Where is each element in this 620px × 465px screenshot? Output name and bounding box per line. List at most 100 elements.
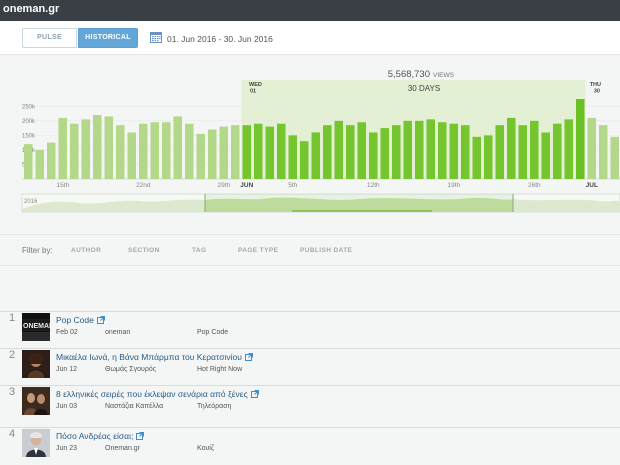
article-title[interactable]: Μικαέλα Ιωνά, η Βάνα Μπάρμπα του Κερατσι… xyxy=(56,352,253,362)
chart-bar[interactable] xyxy=(357,122,367,179)
calendar-icon[interactable] xyxy=(150,31,162,43)
chart-bar[interactable] xyxy=(438,122,447,179)
chart-bar[interactable] xyxy=(541,132,551,179)
date-range-label[interactable]: 01. Jun 2016 - 30. Jun 2016 xyxy=(167,34,273,44)
filter-page-type[interactable]: PAGE TYPE xyxy=(238,247,278,254)
article-author: Ναστάζια Καπέλλα xyxy=(105,403,164,410)
chart-bar[interactable] xyxy=(300,141,309,179)
chart-bar[interactable] xyxy=(610,136,620,179)
range-days-label: 30 DAYS xyxy=(408,84,440,93)
article-row[interactable]: 3 8 ελληνικές σειρές που έκλεψαν σενάρια… xyxy=(0,385,620,422)
chart-bar[interactable] xyxy=(139,123,148,179)
article-row[interactable]: 2 Μικαέλα Ιωνά, η Βάνα Μπάρμπα του Κερατ… xyxy=(0,348,620,385)
chart-bar[interactable] xyxy=(495,125,505,179)
chart-bar[interactable] xyxy=(415,120,424,179)
article-thumbnail[interactable] xyxy=(22,429,50,457)
chart-bar[interactable] xyxy=(254,123,263,179)
article-thumbnail[interactable] xyxy=(22,387,50,415)
chart-bar[interactable] xyxy=(323,125,332,179)
x-tick-label: 22nd xyxy=(136,182,151,189)
chart-bar[interactable] xyxy=(70,123,79,179)
chart-bar[interactable] xyxy=(576,99,585,179)
chart-bar[interactable] xyxy=(150,122,160,179)
chart-bar[interactable] xyxy=(185,123,194,179)
chart-bar[interactable] xyxy=(58,117,68,179)
pulse-button[interactable]: PULSE xyxy=(22,28,77,48)
chart-bar[interactable] xyxy=(93,115,102,179)
x-axis-ticks: 15th 22nd 29th JUN 5th 12th 19th 26th JUL xyxy=(56,182,597,189)
total-views-unit: VIEWS xyxy=(433,72,455,79)
chart-bar[interactable] xyxy=(472,136,482,179)
chart-bar[interactable] xyxy=(219,126,229,179)
filter-section[interactable]: SECTION xyxy=(128,247,160,254)
chart-bar[interactable] xyxy=(587,117,597,179)
article-title[interactable]: 8 ελληνικές σειρές που έκλεψαν σενάρια α… xyxy=(56,389,259,399)
range-end-day: THU xyxy=(590,82,601,88)
x-tick-label: 12th xyxy=(367,182,380,189)
external-link-icon[interactable] xyxy=(136,432,145,440)
article-date: Jun 12 xyxy=(56,366,78,373)
chart-bar[interactable] xyxy=(334,120,344,179)
chart-bar[interactable] xyxy=(208,129,217,179)
chart-bar[interactable] xyxy=(265,126,275,179)
chart-bar[interactable] xyxy=(380,128,390,179)
chart-bar[interactable] xyxy=(369,132,378,179)
filter-bar: Filter by: AUTHOR SECTION TAG PAGE TYPE … xyxy=(0,234,620,266)
chart-bar[interactable] xyxy=(507,117,516,179)
chart-bar[interactable] xyxy=(518,125,528,179)
chart-bar[interactable] xyxy=(116,125,125,179)
chart-bar[interactable] xyxy=(127,132,137,179)
chart-bar[interactable] xyxy=(196,133,206,179)
chart-bar[interactable] xyxy=(484,135,493,179)
article-thumbnail[interactable]: ONEMAN xyxy=(22,313,50,341)
chart-bar[interactable] xyxy=(346,125,355,179)
chart-bar[interactable] xyxy=(173,116,183,179)
article-title[interactable]: Pop Code xyxy=(56,315,105,325)
chart-bar[interactable] xyxy=(242,125,252,179)
article-rank: 2 xyxy=(9,349,16,361)
x-tick-label: JUN xyxy=(240,182,253,189)
external-link-icon[interactable] xyxy=(250,390,259,398)
chart-bar[interactable] xyxy=(311,132,321,179)
filter-author[interactable]: AUTHOR xyxy=(71,247,101,254)
filter-publish-date[interactable]: PUBLISH DATE xyxy=(300,247,352,254)
chart-bar[interactable] xyxy=(24,144,33,179)
chart-bar[interactable] xyxy=(403,120,413,179)
external-link-icon[interactable] xyxy=(244,353,253,361)
external-link-icon[interactable] xyxy=(96,316,105,324)
chart-bar[interactable] xyxy=(47,142,56,179)
x-tick-label: 5th xyxy=(288,182,297,189)
chart-bar[interactable] xyxy=(599,125,608,179)
article-thumbnail[interactable] xyxy=(22,350,50,378)
chart-bar[interactable] xyxy=(553,123,562,179)
chart-bar[interactable] xyxy=(231,125,240,179)
article-rank: 1 xyxy=(9,312,16,324)
article-title[interactable]: Πόσο Ανδρέας είσαι; xyxy=(56,431,145,441)
views-chart: 250k200k150k100k50k 15th22nd29thJUN5th12… xyxy=(0,56,620,216)
chart-bar[interactable] xyxy=(104,116,114,179)
y-tick-label: 150k xyxy=(22,133,36,139)
x-tick-label: 15th xyxy=(56,182,69,189)
chart-bar[interactable] xyxy=(461,125,470,179)
chart-bar[interactable] xyxy=(449,123,459,179)
chart-bar[interactable] xyxy=(426,119,436,179)
chart-bar[interactable] xyxy=(392,125,401,179)
chart-bar[interactable] xyxy=(564,119,574,179)
svg-text:ONEMAN: ONEMAN xyxy=(23,323,50,330)
chart-bar[interactable] xyxy=(530,120,539,179)
brand-logo[interactable]: oneman.gr xyxy=(3,3,59,15)
article-row[interactable]: 1 ONEMAN Pop Code Feb 02 oneman Pop Code xyxy=(0,311,620,348)
chart-bar[interactable] xyxy=(35,149,45,179)
chart-bar[interactable] xyxy=(162,122,171,179)
filter-tag[interactable]: TAG xyxy=(192,247,206,254)
x-tick-label: 19th xyxy=(447,182,460,189)
chart-svg: 250k200k150k100k50k 15th22nd29thJUN5th12… xyxy=(21,69,620,213)
chart-bar[interactable] xyxy=(81,119,91,179)
navigator-year: 2016 xyxy=(24,199,38,205)
chart-bar[interactable] xyxy=(288,135,298,179)
article-row[interactable]: 4 Πόσο Ανδρέας είσαι; Jun 23 Oneman.gr Κ… xyxy=(0,427,620,464)
chart-bar[interactable] xyxy=(277,123,286,179)
range-navigator[interactable] xyxy=(21,193,620,213)
article-section: Τηλεόραση xyxy=(197,403,232,410)
historical-button[interactable]: HISTORICAL xyxy=(78,28,138,48)
